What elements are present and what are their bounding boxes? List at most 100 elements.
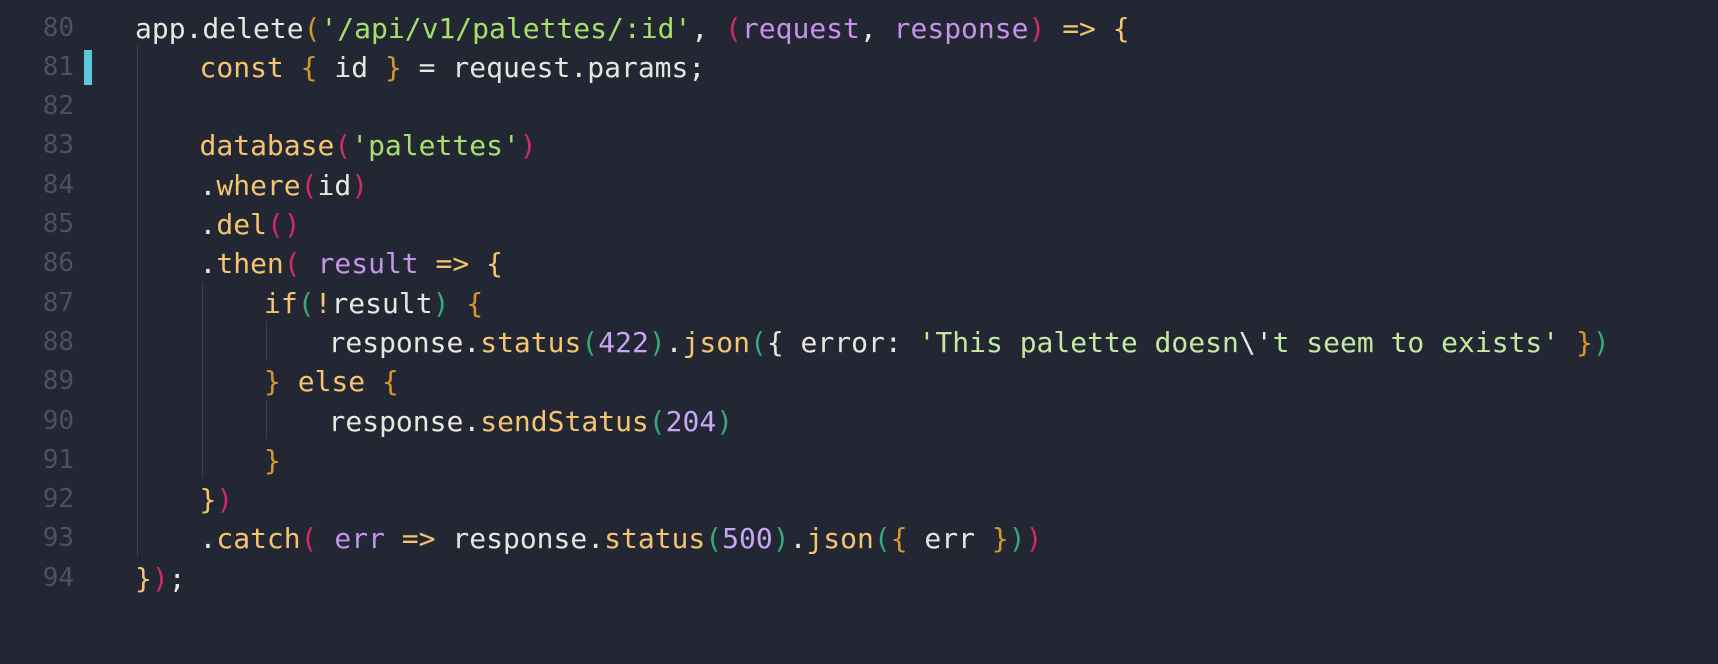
code-token: }: [384, 50, 402, 84]
code-line[interactable]: 84 .where(id): [0, 164, 1718, 207]
code-line[interactable]: 94});: [0, 557, 1718, 600]
code-token: 'palettes': [351, 129, 520, 163]
code-token: (: [334, 129, 352, 163]
line-number: 81: [42, 51, 74, 82]
code-line[interactable]: 86 .then( result => {: [0, 242, 1718, 285]
code-text: }: [264, 439, 281, 482]
code-token: 422: [598, 325, 649, 359]
code-token: err: [907, 522, 992, 556]
code-editor[interactable]: 80 app.delete('/api/v1/palettes/:id', (re…: [0, 0, 1718, 664]
code-token: (: [300, 168, 318, 202]
code-token: (: [749, 325, 767, 359]
code-text: app.delete('/api/v1/palettes/:id', (requ…: [135, 7, 1130, 50]
line-number: 89: [42, 366, 74, 397]
code-token: (: [303, 11, 321, 45]
code-token: response.: [328, 404, 481, 438]
line-number: 91: [42, 444, 74, 475]
line-number: 84: [42, 169, 74, 200]
code-token: ): [716, 404, 734, 438]
code-token: ): [1008, 522, 1026, 556]
code-token: ): [151, 561, 169, 595]
code-line[interactable]: 89} else {: [0, 360, 1718, 403]
code-line[interactable]: 91}: [0, 439, 1718, 482]
code-line[interactable]: 81 const { id } = request.params;: [0, 46, 1718, 89]
code-token: (: [648, 404, 666, 438]
code-token: where: [216, 168, 301, 202]
code-token: if: [264, 286, 298, 320]
code-token: ;: [168, 561, 186, 595]
code-token: then: [216, 247, 284, 281]
code-line[interactable]: 83 database('palettes'): [0, 124, 1718, 167]
code-token: err: [334, 522, 385, 556]
code-token: }: [991, 522, 1009, 556]
line-number: 85: [42, 209, 74, 239]
code-token: {: [300, 50, 318, 84]
code-token: 500: [722, 522, 773, 556]
code-line[interactable]: 92}): [0, 478, 1718, 521]
code-token: ,: [691, 11, 726, 45]
code-token: .: [665, 325, 683, 359]
code-line[interactable]: 93 .catch( err => response.status(500).js…: [0, 517, 1718, 560]
code-token: ): [1025, 522, 1043, 556]
code-token: id: [317, 50, 385, 84]
code-token: ): [519, 129, 537, 163]
code-token: .: [199, 208, 217, 241]
code-token: \': [1238, 325, 1273, 359]
code-token: status: [604, 522, 706, 556]
code-token: (: [725, 11, 742, 45]
code-line[interactable]: 88 response.status(422).json({ error: 'Th…: [0, 321, 1718, 364]
code-token: {: [466, 286, 484, 320]
code-token: request: [741, 11, 860, 45]
code-token: database: [199, 129, 335, 163]
code-text: }): [200, 478, 234, 521]
code-text: database('palettes'): [200, 124, 537, 167]
line-number: 87: [42, 287, 74, 318]
code-token: .: [789, 522, 807, 556]
code-token: error:: [783, 325, 919, 359]
code-text: });: [135, 557, 186, 600]
code-token: response: [893, 11, 1029, 45]
code-token: (: [581, 325, 599, 359]
code-token: = request.params;: [401, 50, 706, 84]
code-token: ): [216, 483, 234, 517]
code-text: response.status(422).json({ error: 'This…: [329, 321, 1610, 364]
code-text: .then( result => {: [200, 242, 503, 285]
code-token: 'This palette doesn: [918, 325, 1239, 359]
code-token: =>: [1045, 11, 1113, 45]
code-token: status: [480, 325, 582, 359]
code-token: catch: [216, 522, 301, 556]
indent-guide: [266, 399, 267, 439]
code-token: {: [382, 365, 399, 399]
code-token: app.delete: [135, 11, 304, 45]
code-token: (: [283, 247, 301, 281]
code-token: ): [1592, 325, 1610, 359]
line-number: 90: [42, 405, 74, 436]
code-token: .: [199, 168, 217, 202]
code-token: {: [766, 325, 784, 359]
code-token: =>: [418, 247, 487, 281]
code-line[interactable]: 80 app.delete('/api/v1/palettes/:id', (re…: [0, 7, 1718, 50]
code-token: t seem to exists': [1272, 325, 1560, 359]
code-line[interactable]: 90 response.sendStatus(204): [0, 400, 1718, 443]
code-text: response.sendStatus(204): [329, 400, 734, 443]
code-line[interactable]: 85 .del(): [0, 203, 1718, 246]
modified-line-marker: [84, 49, 92, 85]
line-number: 83: [42, 130, 74, 161]
code-line[interactable]: 87 if(!result) {: [0, 282, 1718, 325]
indent-guide: [137, 45, 138, 557]
code-token: }: [199, 483, 217, 517]
code-text: const { id } = request.params;: [200, 46, 706, 89]
code-token: json: [806, 522, 874, 556]
code-token: ,: [859, 11, 894, 45]
line-number: 86: [42, 248, 74, 279]
line-number: 82: [42, 91, 74, 122]
code-token: (: [705, 522, 723, 556]
code-line[interactable]: 82: [0, 85, 1718, 128]
code-token: response.: [452, 522, 605, 556]
code-token: result: [331, 286, 433, 320]
